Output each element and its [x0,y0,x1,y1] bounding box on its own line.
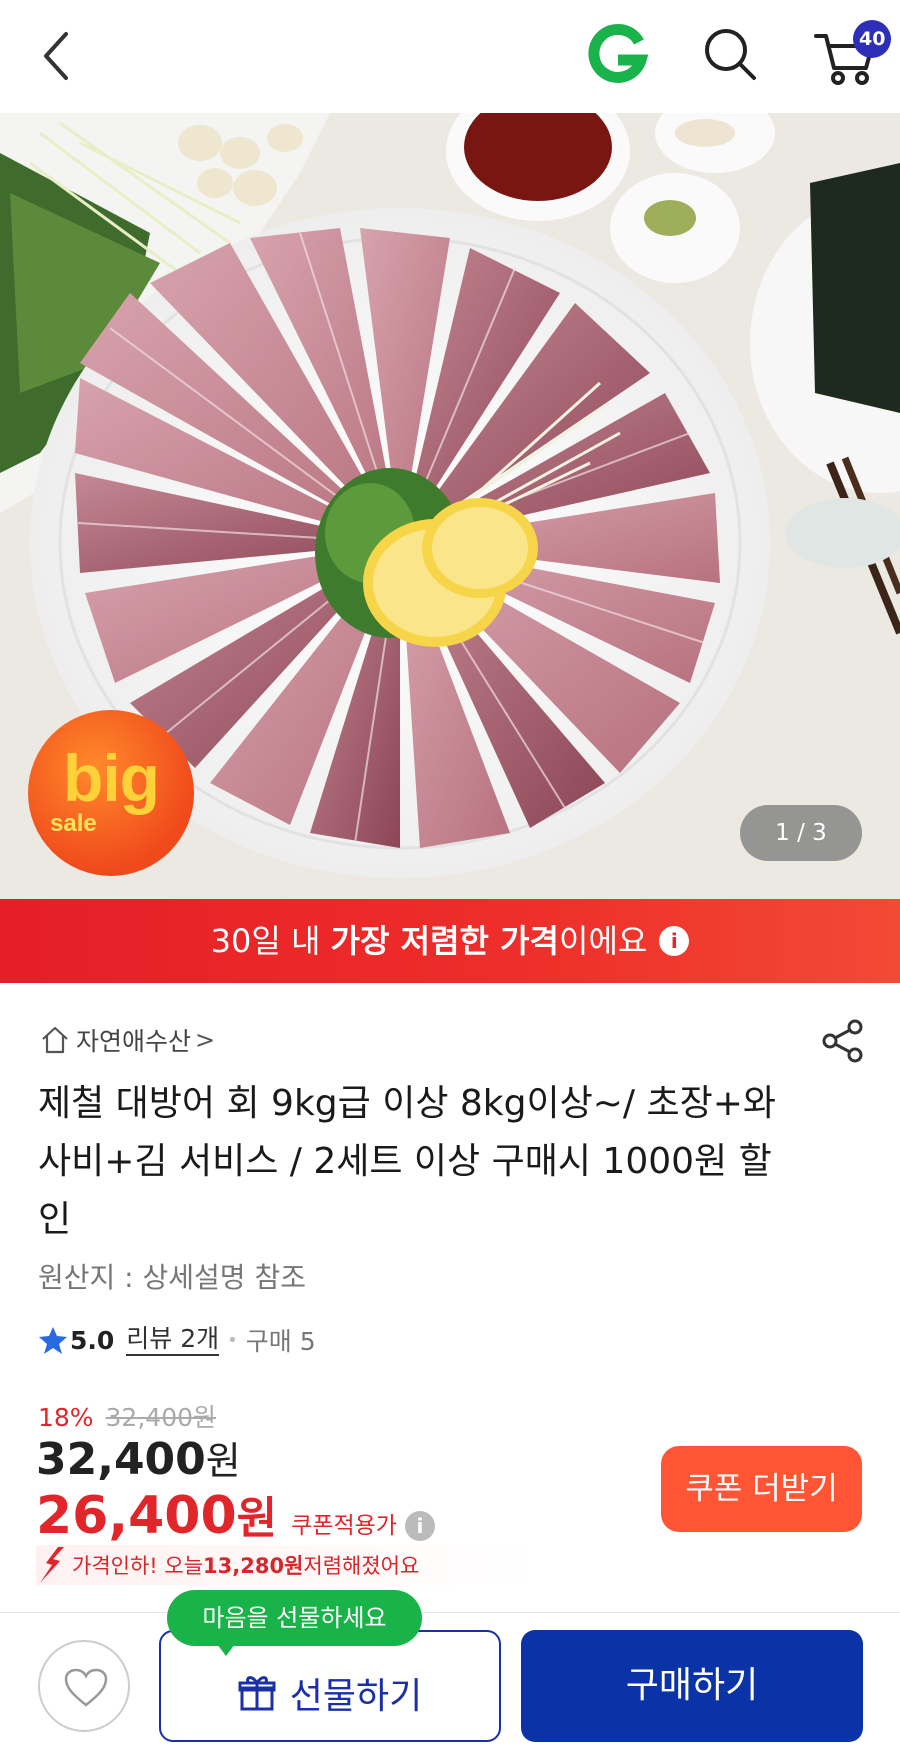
price-drop-notice: 가격인하! 오늘 13,280원 저렴해졌어요 [36,1545,536,1585]
big-sale-badge-big: big [63,741,160,815]
back-button[interactable] [38,28,78,84]
cart-count-badge: 40 [853,20,892,58]
rating-score: 5.0 [70,1325,115,1355]
more-coupons-button[interactable]: 쿠폰 더받기 [661,1446,862,1532]
search-button[interactable] [700,24,760,84]
separator-dot: • [227,1329,238,1351]
coupon-price-label: 쿠폰적용가 [291,1513,397,1539]
chevron-right-icon: > [195,1026,216,1054]
gmarket-logo[interactable] [585,22,651,88]
lowest-price-banner[interactable]: 30일 내 가장 저렴한 가격이에요 i [0,899,900,983]
top-app-bar: 40 [0,0,900,113]
banner-suffix: 이에요 [559,922,648,960]
image-pager: 1 / 3 [740,805,862,861]
banner-prefix: 30일 내 [210,922,331,960]
heart-icon [64,1668,108,1707]
buy-button[interactable]: 구매하기 [521,1630,863,1742]
banner-highlight: 가장 저렴한 가격 [330,922,559,960]
info-icon[interactable]: i [404,1511,435,1541]
coupon-price-amount: 26,400 [36,1486,237,1546]
share-icon [822,1019,863,1063]
original-price: 32,400원 [105,1403,217,1432]
sale-price: 32,400원 [36,1430,241,1485]
price-down-arrow-icon [40,1547,64,1583]
chevron-left-icon [44,32,68,80]
wishlist-button[interactable] [38,1640,130,1732]
sale-price-amount: 32,400 [36,1434,206,1485]
coupon-price: 26,400 원 쿠폰적용가 i [36,1482,435,1546]
home-icon [42,1026,68,1054]
price-drop-prefix: 가격인하! 오늘 [72,1554,204,1578]
share-button[interactable] [820,1018,866,1064]
gift-button-label: 선물하기 [289,1676,423,1717]
discount-percent: 18% [38,1403,94,1432]
gift-tooltip-tail [214,1640,238,1656]
price-drop-amount: 13,280원 [203,1554,304,1578]
info-icon[interactable]: i [659,926,690,956]
store-link[interactable]: 자연애수산 > [40,1020,215,1060]
price-drop-suffix: 저렴해졌어요 [303,1554,420,1578]
g-logo-icon [588,24,649,83]
big-sale-badge: big sale [28,710,194,876]
gift-button[interactable]: 선물하기 [159,1630,501,1742]
product-image-carousel[interactable]: big sale 1 / 3 [0,113,900,899]
rating-row: 5.0 리뷰 2개 • 구매 5 [38,1320,316,1360]
gift-tooltip: 마음을 선물하세요 [167,1590,422,1646]
purchase-count: 구매 5 [245,1327,316,1356]
discount-row: 18% 32,400원 [38,1398,216,1434]
store-name: 자연애수산 [76,1027,192,1056]
star-icon [39,1327,67,1354]
search-icon [705,29,756,80]
sale-price-unit: 원 [205,1439,241,1483]
reviews-link[interactable]: 리뷰 2개 [126,1324,220,1356]
product-title: 제철 대방어 회 9kg급 이상 8kg이상~/ 초장+와사비+김 서비스 / … [38,1083,777,1240]
gift-icon [238,1676,276,1711]
big-sale-badge-sale: sale [50,810,97,837]
coupon-price-unit: 원 [236,1493,278,1544]
origin-info: 원산지 : 상세설명 참조 [38,1261,306,1294]
